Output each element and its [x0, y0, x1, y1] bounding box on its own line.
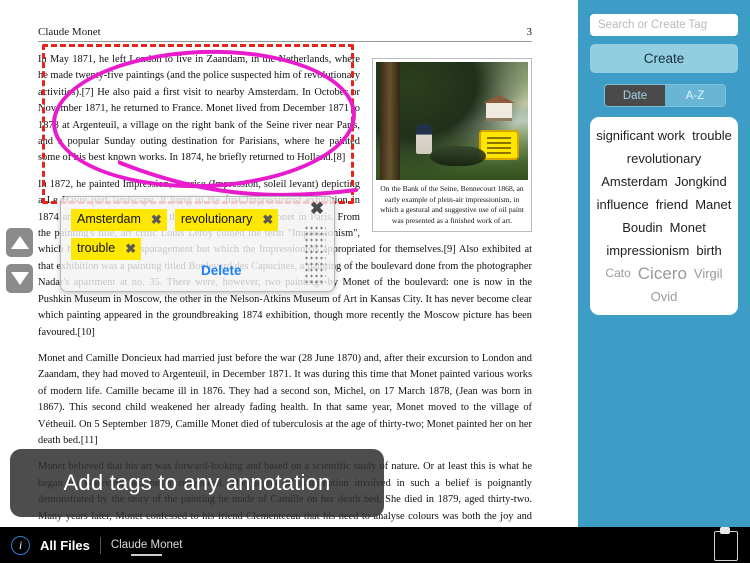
document-paragraph-3: Monet and Camille Doncieux had married j…: [38, 352, 532, 446]
tag-cloud-item[interactable]: Ovid: [651, 286, 678, 307]
tag-cloud: significant work trouble revolutionary Amst…: [590, 117, 738, 315]
note-line: [487, 136, 511, 139]
drag-handle-grip[interactable]: [304, 225, 326, 285]
breadcrumb-current-document[interactable]: Claude Monet: [111, 539, 182, 556]
remove-tag-icon[interactable]: ✖: [151, 210, 162, 229]
tag-cloud-item[interactable]: trouble: [692, 125, 732, 146]
info-icon[interactable]: i: [11, 535, 30, 555]
toast-text: Add tags to any annotation: [63, 470, 331, 495]
tag-cloud-item[interactable]: Manet: [695, 194, 731, 215]
bottom-toolbar: i All Files Claude Monet: [0, 527, 750, 563]
sort-by-date-tab[interactable]: Date: [605, 85, 665, 106]
figure-house-detail: [483, 95, 515, 121]
document-page-number: 3: [526, 26, 533, 38]
tag-chip[interactable]: revolutionary ✖: [174, 209, 279, 231]
tag-cloud-item[interactable]: Boudin: [622, 217, 662, 238]
tag-sidebar: Create Date A-Z significant work troubler…: [578, 0, 750, 527]
tag-cloud-item[interactable]: Cicero: [638, 263, 687, 284]
all-files-button[interactable]: All Files: [40, 538, 90, 553]
toolbar-divider: [99, 536, 101, 554]
remove-tag-icon[interactable]: ✖: [262, 210, 273, 229]
page-down-button[interactable]: [6, 264, 33, 293]
sticky-note-icon[interactable]: [479, 130, 519, 160]
page-navigation: [6, 228, 33, 293]
note-line: [487, 141, 511, 144]
search-input[interactable]: [590, 14, 738, 36]
app-root: Claude Monet 3 On the Bank of the Seine,…: [0, 0, 750, 563]
close-icon[interactable]: ✖: [309, 200, 325, 217]
page-up-button[interactable]: [6, 228, 33, 257]
delete-annotation-button[interactable]: Delete: [201, 263, 242, 278]
tag-chip-list: Amsterdam ✖ revolutionary ✖ trouble ✖: [71, 209, 299, 260]
tag-cloud-item[interactable]: birth: [696, 240, 721, 261]
tag-popup[interactable]: ✖ Amsterdam ✖ revolutionary ✖ trouble ✖ …: [60, 196, 335, 292]
figure-image: [376, 62, 528, 180]
tag-cloud-item[interactable]: impressionism: [606, 240, 689, 261]
remove-tag-icon[interactable]: ✖: [125, 239, 136, 258]
tag-cloud-item[interactable]: Monet: [670, 217, 706, 238]
tag-chip[interactable]: trouble ✖: [71, 238, 142, 260]
chevron-down-icon: [10, 272, 29, 285]
figure-caption: On the Bank of the Seine, Bennecourt 186…: [380, 184, 524, 225]
toast-message: Add tags to any annotation: [10, 449, 384, 517]
document-header-title: Claude Monet: [38, 26, 101, 38]
tag-chip-label: Amsterdam: [77, 212, 141, 226]
chevron-up-icon: [10, 236, 29, 249]
tag-cloud-item[interactable]: significant work: [596, 125, 685, 146]
tag-cloud-item[interactable]: Virgil: [694, 263, 723, 284]
tag-cloud-item[interactable]: Jongkind: [675, 171, 727, 192]
note-line: [487, 151, 511, 154]
tag-cloud-item[interactable]: friend: [656, 194, 689, 215]
clipboard-icon[interactable]: [714, 527, 738, 561]
figure-person-detail: [416, 124, 432, 154]
tag-cloud-item[interactable]: Amsterdam: [601, 171, 667, 192]
tag-chip[interactable]: Amsterdam ✖: [71, 209, 167, 231]
document-header: Claude Monet 3: [38, 26, 532, 42]
tag-cloud-item[interactable]: influence: [597, 194, 649, 215]
sort-by-az-tab[interactable]: A-Z: [665, 85, 725, 106]
tag-cloud-item[interactable]: revolutionary: [627, 148, 701, 169]
create-tag-button[interactable]: Create: [590, 44, 738, 73]
sort-segmented-control: Date A-Z: [604, 84, 726, 107]
tag-chip-label: trouble: [77, 241, 116, 255]
tag-cloud-item[interactable]: Cato: [605, 263, 630, 284]
tag-chip-label: revolutionary: [180, 212, 253, 226]
note-line: [487, 146, 511, 149]
figure-on-the-bank-of-the-seine: On the Bank of the Seine, Bennecourt 186…: [372, 58, 532, 232]
document-pane[interactable]: Claude Monet 3 On the Bank of the Seine,…: [0, 0, 578, 527]
